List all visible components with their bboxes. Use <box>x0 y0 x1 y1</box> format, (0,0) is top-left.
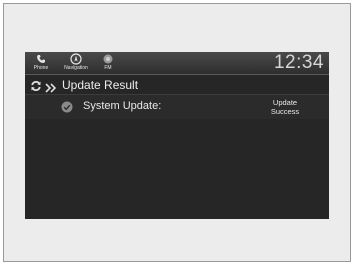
navigation-icon <box>69 53 83 65</box>
phone-icon <box>34 53 48 65</box>
infotainment-screen: Phone Navigation FM 12:34 Update Result … <box>25 52 329 219</box>
update-status-line2: Success <box>270 107 300 116</box>
clock: 12:34 <box>273 52 324 73</box>
refresh-icon[interactable] <box>30 79 42 91</box>
page-header: Update Result <box>25 76 329 95</box>
fm-button[interactable]: FM <box>95 53 121 73</box>
list-item[interactable]: System Update: Update Success <box>25 95 329 119</box>
phone-label: Phone <box>33 65 49 71</box>
update-status: Update Success <box>255 98 315 116</box>
chevrons-icon <box>45 80 57 93</box>
fm-label: FM <box>104 65 112 71</box>
phone-button[interactable]: Phone <box>28 53 54 73</box>
check-circle-icon <box>61 100 73 113</box>
update-status-line1: Update <box>272 98 298 107</box>
navigation-button[interactable]: Navigation <box>61 53 91 73</box>
page-title: Update Result <box>62 78 139 92</box>
navigation-label: Navigation <box>64 65 88 71</box>
status-bar: Phone Navigation FM 12:34 <box>25 52 329 75</box>
radio-icon <box>101 53 115 65</box>
system-update-label: System Update: <box>83 100 162 112</box>
